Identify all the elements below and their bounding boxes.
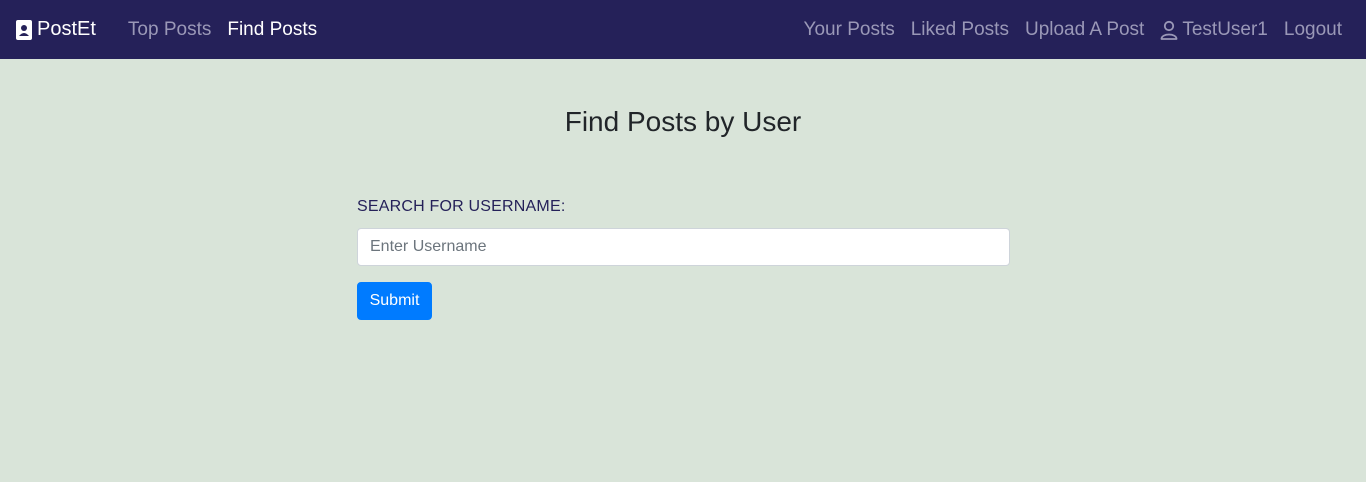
- top-navbar: PostEt Top Posts Find Posts Your Posts L…: [0, 0, 1366, 59]
- nav-link-user-profile[interactable]: TestUser1: [1152, 19, 1276, 41]
- user-icon: [1160, 20, 1178, 40]
- navbar-left-group: PostEt Top Posts Find Posts: [16, 0, 325, 59]
- person-badge-icon: [16, 19, 32, 40]
- nav-link-upload-post[interactable]: Upload A Post: [1017, 19, 1152, 41]
- submit-button[interactable]: Submit: [357, 282, 432, 320]
- username-label: TestUser1: [1182, 18, 1268, 40]
- navbar-right-group: Your Posts Liked Posts Upload A Post Tes…: [796, 0, 1350, 59]
- nav-link-top-posts[interactable]: Top Posts: [120, 19, 219, 41]
- brand-label: PostEt: [37, 18, 96, 40]
- nav-link-your-posts[interactable]: Your Posts: [796, 19, 903, 41]
- page-title: Find Posts by User: [564, 106, 802, 137]
- search-label: SEARCH FOR USERNAME:: [357, 198, 566, 215]
- nav-link-logout[interactable]: Logout: [1276, 19, 1350, 41]
- search-form: SEARCH FOR USERNAME: Submit: [357, 198, 1010, 320]
- username-search-input[interactable]: [357, 228, 1010, 266]
- brand-link[interactable]: PostEt: [16, 18, 96, 41]
- nav-link-liked-posts[interactable]: Liked Posts: [903, 19, 1017, 41]
- nav-link-find-posts[interactable]: Find Posts: [219, 19, 325, 41]
